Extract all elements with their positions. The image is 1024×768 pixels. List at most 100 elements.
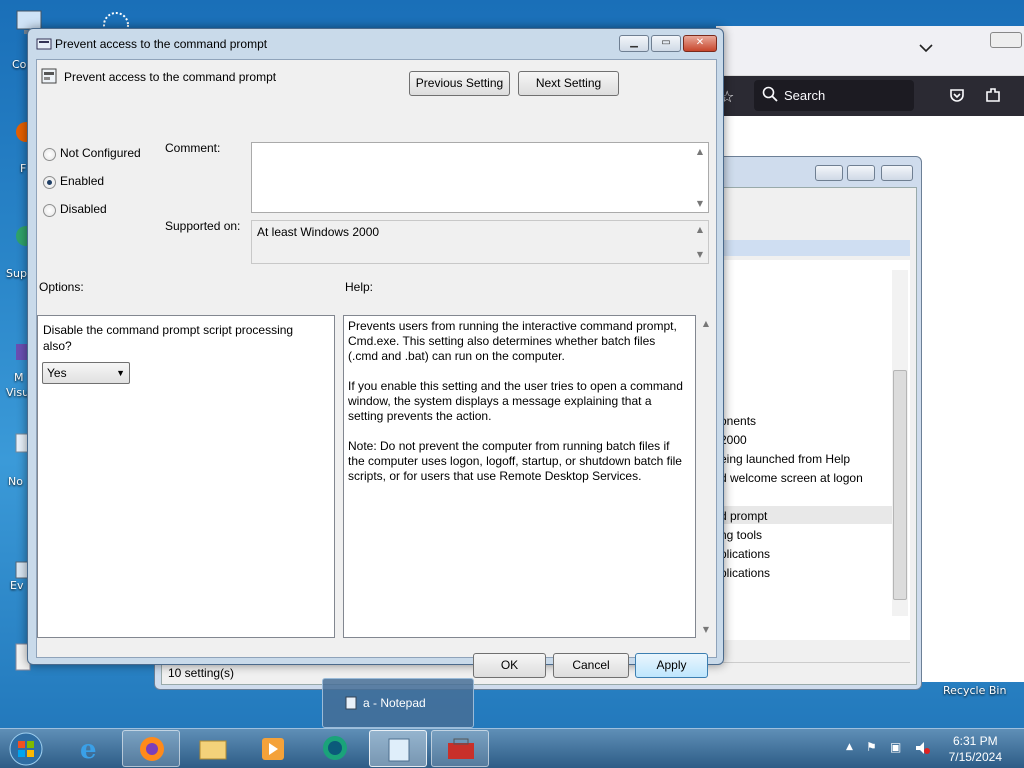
option-description: Disable the command prompt script proces… <box>43 323 294 353</box>
notepad-thumbnail[interactable]: a - Notepad <box>322 678 474 728</box>
search-placeholder: Search <box>784 88 826 103</box>
svg-text:e: e <box>80 735 97 765</box>
windows-logo-icon <box>9 732 43 766</box>
list-item[interactable]: 2000 <box>720 433 747 447</box>
supported-on-field: At least Windows 2000 ▲ ▼ <box>251 220 709 264</box>
taskbar-explorer[interactable] <box>184 730 242 767</box>
notepad-icon <box>388 738 410 762</box>
desktop-icon-label: Co <box>12 58 27 71</box>
desktop-icon-label: No <box>8 475 23 488</box>
list-item[interactable]: eing launched from Help <box>720 452 850 466</box>
extensions-icon[interactable] <box>984 86 1002 107</box>
scroll-down-icon[interactable]: ▼ <box>698 625 714 634</box>
gp-right-scrollbar[interactable] <box>924 188 938 684</box>
thumbnail-label: a - Notepad <box>363 696 426 710</box>
desktop-icon-label: Visu <box>6 386 30 399</box>
supported-scrollbar[interactable]: ▲ ▼ <box>692 221 708 263</box>
gp-close-button[interactable] <box>881 165 913 181</box>
status-text: 10 setting(s) <box>168 666 235 680</box>
close-button[interactable]: ✕ <box>683 35 717 52</box>
next-setting-button[interactable]: Next Setting <box>518 71 619 96</box>
gp-minimize-button[interactable] <box>815 165 843 181</box>
select-value: Yes <box>47 366 67 380</box>
gp-vertical-scrollbar[interactable] <box>892 270 908 616</box>
recycle-bin-label: Recycle Bin <box>943 684 1007 697</box>
dropdown-arrow-icon: ▼ <box>116 368 125 378</box>
scroll-up-icon[interactable]: ▲ <box>698 319 714 328</box>
pocket-icon[interactable] <box>948 87 966 108</box>
not-configured-label[interactable]: Not Configured <box>60 146 141 160</box>
disabled-radio[interactable] <box>43 204 56 217</box>
supported-on-label: Supported on: <box>165 219 241 233</box>
list-item[interactable]: plications <box>720 566 770 580</box>
taskbar-gpedit[interactable] <box>431 730 489 767</box>
notepad-icon <box>345 696 357 713</box>
restore-button[interactable] <box>990 32 1022 48</box>
options-label: Options: <box>39 280 84 294</box>
shortcut-icon <box>16 226 36 246</box>
internet-explorer-icon: e <box>80 735 97 765</box>
not-configured-radio[interactable] <box>43 148 56 161</box>
window-title: Prevent access to the command prompt <box>55 37 268 51</box>
taskbar-app[interactable] <box>306 730 364 767</box>
list-item[interactable]: plications <box>720 547 770 561</box>
scroll-down-icon[interactable]: ▼ <box>692 199 708 208</box>
clock[interactable]: 6:31 PM 7/15/2024 <box>949 733 1002 765</box>
help-text: Prevents users from running the interact… <box>348 319 683 483</box>
scroll-up-icon[interactable]: ▲ <box>692 225 708 234</box>
action-center-icon[interactable]: ⚑ <box>866 740 877 754</box>
list-item[interactable]: ng tools <box>720 528 762 542</box>
minimize-button[interactable]: ▁ <box>619 35 649 52</box>
shortcut-icon <box>16 344 28 360</box>
policy-window-icon <box>36 37 52 54</box>
options-pane: Disable the command prompt script proces… <box>37 315 335 638</box>
close-icon: ✕ <box>695 37 705 48</box>
search-icon <box>762 86 778 105</box>
comment-scrollbar[interactable]: ▲ ▼ <box>692 143 708 212</box>
taskbar-firefox[interactable] <box>122 730 180 767</box>
search-input[interactable]: Search <box>754 80 914 111</box>
globe-icon <box>323 736 347 760</box>
previous-setting-button[interactable]: Previous Setting <box>409 71 510 96</box>
taskbar-ie[interactable]: e <box>62 730 120 767</box>
maximize-button[interactable]: ▭ <box>651 35 681 52</box>
policy-setting-dialog: Prevent access to the command prompt ▁ ▭… <box>27 28 724 678</box>
browser-navbar: ☆ Search <box>716 76 1024 116</box>
list-item[interactable]: d welcome screen at logon <box>720 471 863 485</box>
clock-time: 6:31 PM <box>952 734 998 748</box>
network-icon[interactable]: ▣ <box>890 740 901 754</box>
show-hidden-icons[interactable]: ▲ <box>846 742 853 752</box>
clock-date: 7/15/2024 <box>948 750 1002 764</box>
taskbar: e ▲ ⚑ ▣ 6:31 PM 7/15/2024 <box>0 728 1024 768</box>
scrollbar-thumb[interactable] <box>893 370 907 600</box>
enabled-label[interactable]: Enabled <box>60 174 104 188</box>
ok-button[interactable]: OK <box>473 653 546 678</box>
help-pane: Prevents users from running the interact… <box>343 315 696 638</box>
help-label: Help: <box>345 280 374 294</box>
list-item[interactable]: onents <box>720 414 756 428</box>
minimize-icon: ▁ <box>630 37 638 48</box>
desktop-icon-label: M <box>14 371 24 384</box>
desktop-icon-label: Sup <box>6 267 27 280</box>
disabled-label[interactable]: Disabled <box>60 202 107 216</box>
policy-icon <box>41 68 57 87</box>
apply-button[interactable]: Apply <box>635 653 708 678</box>
comment-textarea[interactable]: ▲ ▼ <box>251 142 709 213</box>
taskbar-notepad[interactable] <box>369 730 427 767</box>
supported-on-value: At least Windows 2000 <box>257 225 380 239</box>
scroll-up-icon[interactable]: ▲ <box>692 147 708 156</box>
comment-label: Comment: <box>165 141 221 155</box>
start-button[interactable] <box>4 731 48 767</box>
help-scrollbar[interactable]: ▲ ▼ <box>698 315 714 638</box>
gp-maximize-button[interactable] <box>847 165 875 181</box>
taskbar-media-player[interactable] <box>244 730 302 767</box>
enabled-radio[interactable] <box>43 176 56 189</box>
list-item[interactable]: d prompt <box>720 509 767 523</box>
scroll-down-icon[interactable]: ▼ <box>692 250 708 259</box>
chevron-down-icon[interactable] <box>918 42 938 58</box>
volume-muted-icon[interactable] <box>914 740 930 759</box>
script-processing-select[interactable]: Yes ▼ <box>42 362 130 384</box>
cancel-button[interactable]: Cancel <box>553 653 629 678</box>
browser-tabstrip <box>716 26 1024 76</box>
desktop-icon-label: F <box>20 162 27 175</box>
